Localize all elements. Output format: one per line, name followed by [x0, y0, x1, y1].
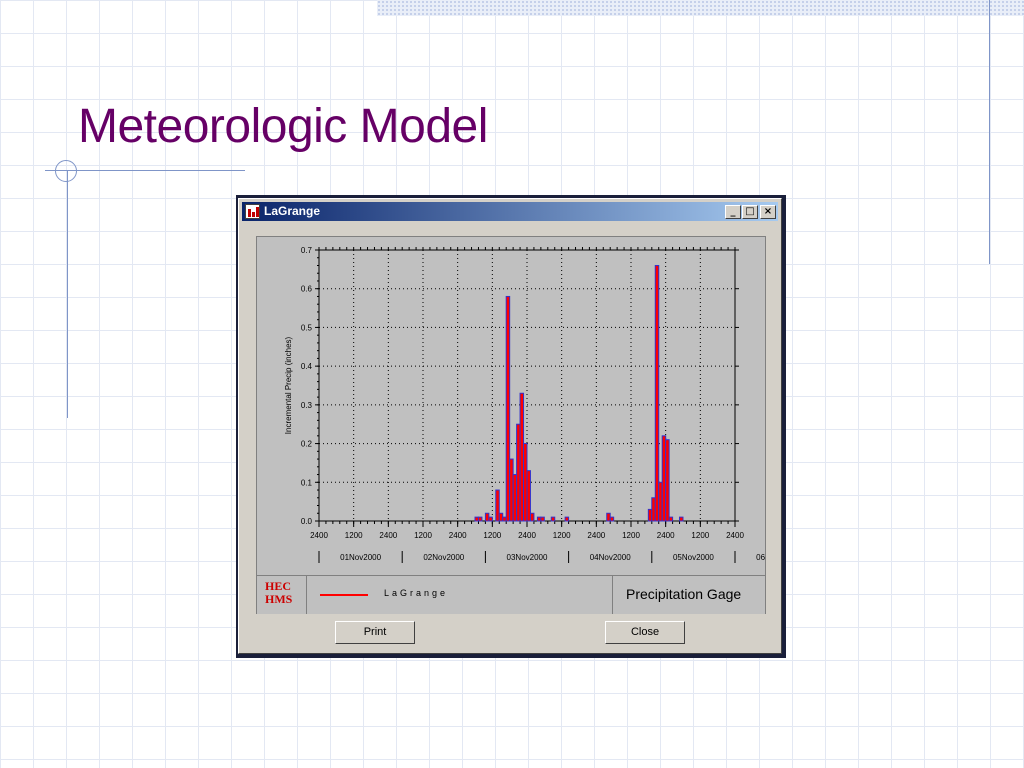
y-tick-label: 0.5 — [301, 323, 313, 332]
legend-series-label: LaGrange — [384, 588, 449, 598]
legend-series-swatch — [320, 594, 368, 596]
precip-bar — [484, 512, 490, 522]
close-window-button[interactable]: × — [760, 205, 776, 219]
close-button[interactable]: Close — [605, 621, 685, 644]
x-tick-label: 2400 — [310, 531, 328, 540]
y-tick-label: 0.7 — [301, 246, 313, 255]
y-axis-title: Incremental Precip (inches) — [284, 336, 293, 434]
plot-area: 0.0 0.1 0.2 0.3 0.4 0.5 0.6 0.7 2400 1200 2400 1200… — [256, 236, 766, 614]
slide-title: Meteorologic Model — [78, 100, 488, 153]
precip-bar — [658, 481, 663, 522]
x-tick-label: 1200 — [345, 531, 363, 540]
date-label: 01Nov2000 — [340, 553, 381, 562]
x-tick-label: 1200 — [691, 531, 709, 540]
window-titlebar[interactable]: LaGrange _ □ × — [242, 202, 778, 221]
precip-bar — [505, 295, 511, 522]
precip-bar — [668, 516, 674, 522]
slide-decor-right-line — [989, 0, 990, 264]
y-tick-label: 0.2 — [301, 440, 313, 449]
precip-bar — [540, 516, 545, 522]
logo-line-2: HMS — [265, 592, 293, 606]
slide-top-band — [377, 0, 1024, 16]
precip-bar — [550, 516, 556, 522]
chart-app-icon[interactable] — [245, 204, 260, 219]
precip-bar — [516, 423, 521, 522]
x-tick-label: 1200 — [622, 531, 640, 540]
x-tick-label: 1200 — [414, 531, 432, 540]
precip-bar — [498, 512, 504, 522]
legend-strip: HEC HMS LaGrange Precipitation Gage — [257, 575, 765, 614]
precip-bar — [523, 443, 528, 522]
x-tick-label: 1200 — [483, 531, 501, 540]
precip-bar — [679, 516, 684, 522]
date-label: 06Nov2000 — [756, 553, 765, 562]
print-button[interactable]: Print — [335, 621, 415, 644]
precip-bar — [647, 508, 653, 522]
x-tick-label: 2400 — [657, 531, 675, 540]
precip-bar — [606, 512, 611, 522]
x-tick-label: 2400 — [449, 531, 467, 540]
precip-bar — [509, 458, 514, 522]
precip-chart: 0.0 0.1 0.2 0.3 0.4 0.5 0.6 0.7 2400 1200 2400 1200… — [284, 246, 765, 563]
x-tick-label: 2400 — [726, 531, 744, 540]
y-tick-label: 0.6 — [301, 285, 313, 294]
slide-decor-left-line — [67, 170, 68, 418]
precip-bar — [474, 516, 479, 522]
hec-hms-logo: HEC HMS — [257, 576, 307, 614]
precip-bar — [502, 516, 507, 522]
precip-bar — [519, 392, 525, 522]
lagrange-window: LaGrange _ □ × 0.0 0.1 0.2 0.3 0.4 0.5 0.6 0.7 2… — [238, 198, 782, 654]
precip-bar — [512, 474, 518, 522]
precip-bar — [488, 516, 493, 522]
window-title: LaGrange — [264, 204, 321, 218]
precip-bar — [661, 435, 667, 522]
precip-bar — [564, 516, 570, 522]
slide-decor-circle — [55, 160, 77, 182]
date-label: 04Nov2000 — [590, 553, 631, 562]
x-tick-label: 2400 — [518, 531, 536, 540]
y-tick-label: 0.4 — [301, 362, 313, 371]
precip-bar — [495, 489, 500, 522]
y-tick-label: 0.1 — [301, 478, 313, 487]
precip-bar — [526, 470, 531, 522]
precip-bar — [609, 516, 615, 522]
minimize-button[interactable]: _ — [725, 205, 741, 219]
gage-type-label: Precipitation Gage — [612, 576, 765, 614]
date-label: 02Nov2000 — [423, 553, 464, 562]
precip-bar — [536, 516, 542, 522]
maximize-button[interactable]: □ — [742, 205, 758, 219]
y-tick-label: 0.3 — [301, 401, 313, 410]
date-label: 05Nov2000 — [673, 553, 714, 562]
precip-bar — [654, 264, 660, 522]
precip-bar — [665, 439, 670, 522]
date-label: 03Nov2000 — [507, 553, 548, 562]
precip-bar — [477, 516, 483, 522]
y-tick-label: 0.0 — [301, 517, 313, 526]
x-tick-label: 2400 — [379, 531, 397, 540]
x-tick-label: 2400 — [587, 531, 605, 540]
precip-bar — [529, 512, 535, 522]
precip-bar — [651, 497, 656, 522]
x-tick-label: 1200 — [553, 531, 571, 540]
